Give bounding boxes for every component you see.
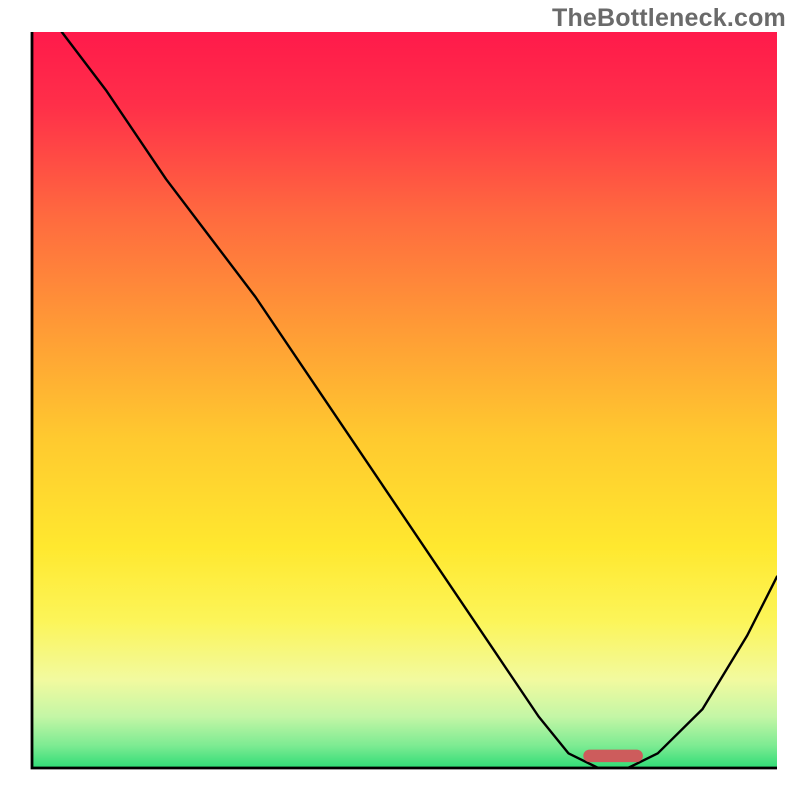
- bottleneck-plot: [0, 0, 800, 800]
- gradient-background: [32, 32, 777, 768]
- watermark-text: TheBottleneck.com: [552, 4, 786, 33]
- chart-container: TheBottleneck.com: [0, 0, 800, 800]
- optimal-marker: [583, 750, 643, 763]
